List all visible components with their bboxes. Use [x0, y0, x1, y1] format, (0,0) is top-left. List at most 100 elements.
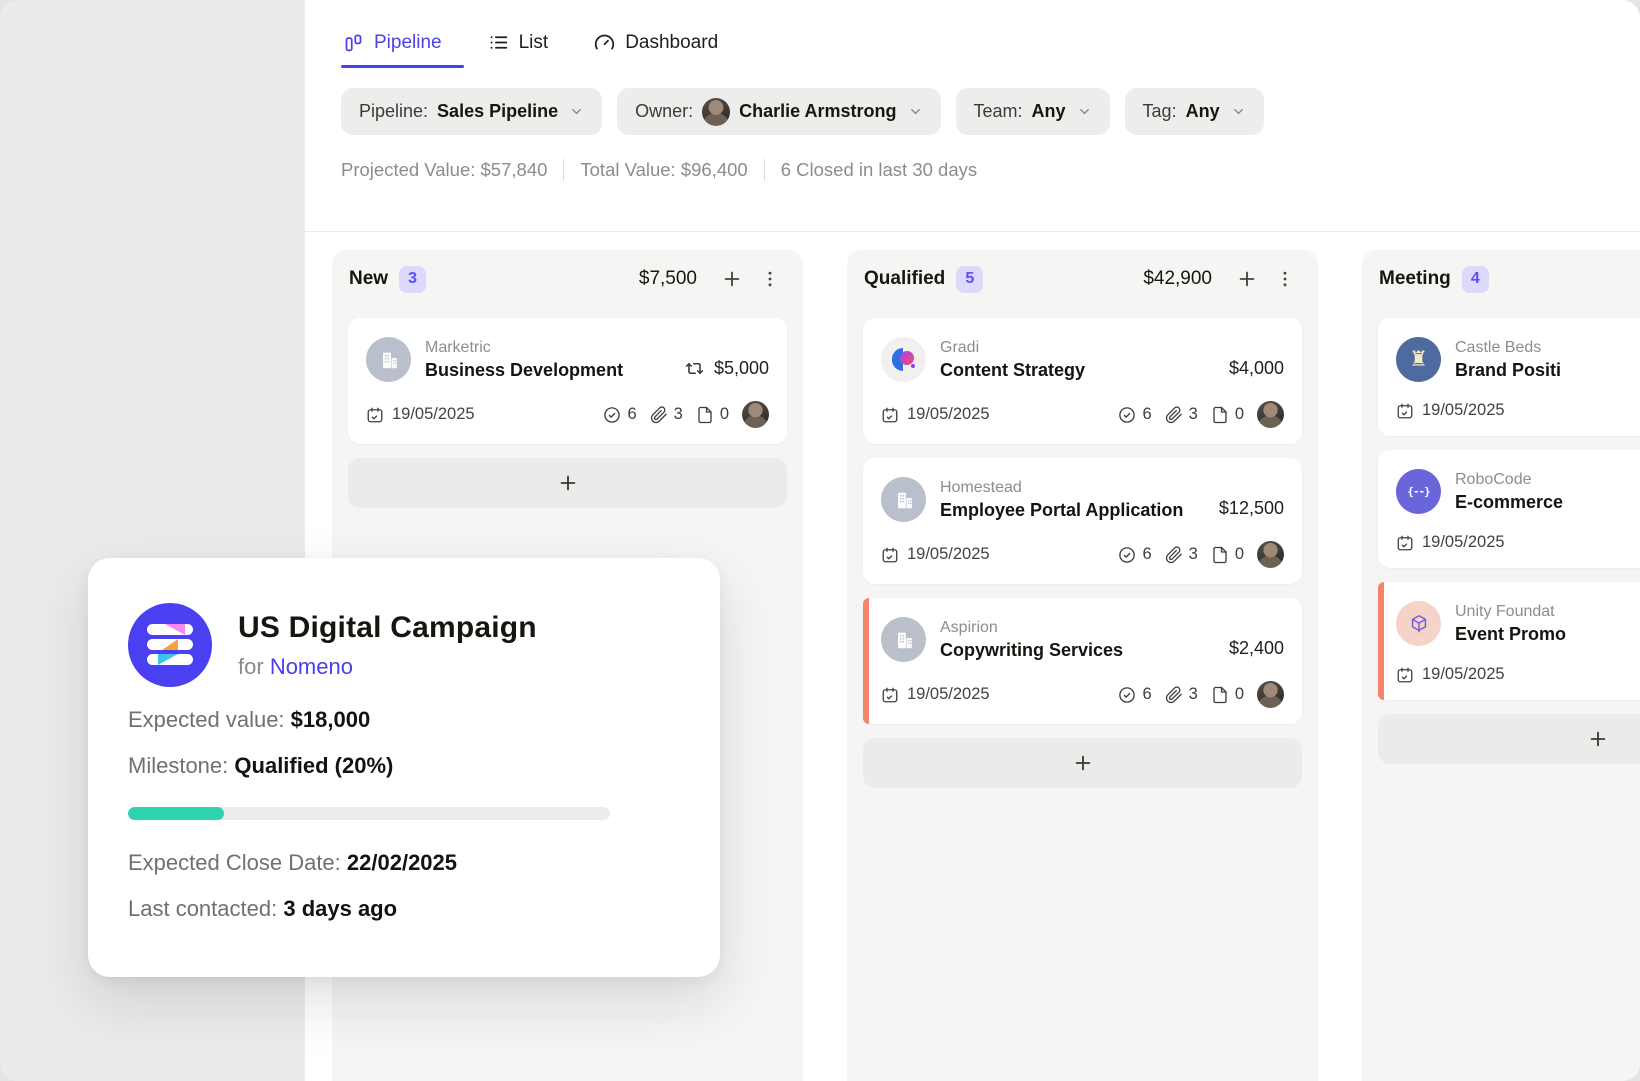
card-notes-count: 0: [720, 405, 729, 424]
assignee-avatar: [1257, 541, 1284, 568]
add-card-button[interactable]: [348, 458, 787, 508]
tab-list-label: List: [519, 32, 549, 54]
add-card-button[interactable]: [863, 738, 1302, 788]
stat-projected-value: Projected Value: $57,840: [341, 159, 547, 181]
plus-icon: [1587, 728, 1609, 750]
assignee-avatar: [1257, 401, 1284, 428]
deal-title: US Digital Campaign: [238, 611, 537, 645]
company-logo-buildings-icon: [366, 337, 411, 382]
milestone-progress-bar: [128, 807, 610, 820]
card-date: 19/05/2025: [1422, 665, 1505, 684]
app-screen: Pipeline List Dashboard: [0, 0, 1640, 1081]
calendar-icon: [881, 406, 899, 424]
filter-tag-label: Tag:: [1143, 101, 1177, 122]
milestone-row: Milestone: Qualified (20%): [128, 753, 680, 779]
deal-card-castle-beds[interactable]: ♜ Castle Beds Brand Positi 19/05/2025: [1378, 318, 1640, 436]
column-qualified: Qualified 5 $42,900 Gradi Content Strate…: [847, 250, 1318, 1081]
client-link[interactable]: Nomeno: [270, 654, 353, 679]
column-count-badge: 4: [1462, 266, 1489, 293]
close-date-value: 22/02/2025: [347, 850, 457, 875]
file-icon: [696, 406, 714, 424]
filter-pipeline-label: Pipeline:: [359, 101, 428, 122]
stat-closed-count: 6 Closed in last 30 days: [781, 159, 977, 181]
column-meeting-header: Meeting 4: [1362, 250, 1640, 308]
check-circle-icon: [1118, 686, 1136, 704]
deal-card-gradi[interactable]: Gradi Content Strategy $4,000 19/05/2025…: [863, 318, 1302, 444]
deal-card-robocode[interactable]: {--} RoboCode E-commerce 19/05/2025: [1378, 450, 1640, 568]
company-logo-cube-icon: [1396, 601, 1441, 646]
deal-detail-card[interactable]: US Digital Campaign for Nomeno Expected …: [88, 558, 720, 977]
card-attachments-count: 3: [1189, 545, 1198, 564]
tab-dashboard[interactable]: Dashboard: [594, 19, 718, 67]
filter-pipeline[interactable]: Pipeline: Sales Pipeline: [341, 88, 602, 135]
calendar-icon: [881, 686, 899, 704]
kebab-menu-icon[interactable]: [757, 266, 783, 292]
card-date: 19/05/2025: [907, 685, 990, 704]
filter-owner[interactable]: Owner: Charlie Armstrong: [617, 88, 940, 135]
expected-value-label: Expected value:: [128, 707, 285, 732]
filter-owner-value: Charlie Armstrong: [739, 101, 896, 122]
filter-team[interactable]: Team: Any: [956, 88, 1110, 135]
card-tasks-count: 6: [1142, 545, 1151, 564]
assignee-avatar: [742, 401, 769, 428]
milestone-progress-fill: [128, 807, 224, 820]
deal-card-homestead[interactable]: Homestead Employee Portal Application $1…: [863, 458, 1302, 584]
filter-tag-value: Any: [1186, 101, 1220, 122]
deal-client-line: for Nomeno: [238, 654, 537, 680]
card-title: E-commerce: [1455, 492, 1640, 513]
kanban-icon: [343, 32, 364, 53]
column-name: New: [349, 268, 388, 290]
close-date-label: Expected Close Date:: [128, 850, 341, 875]
kebab-menu-icon[interactable]: [1272, 266, 1298, 292]
company-logo-buildings-icon: [881, 477, 926, 522]
column-name: Qualified: [864, 268, 945, 290]
close-date-row: Expected Close Date: 22/02/2025: [128, 850, 680, 876]
card-company: RoboCode: [1455, 471, 1532, 488]
last-contacted-value: 3 days ago: [283, 896, 397, 921]
calendar-icon: [881, 546, 899, 564]
card-company: Gradi: [940, 339, 979, 356]
column-new-header: New 3 $7,500: [332, 250, 803, 308]
tab-dashboard-label: Dashboard: [625, 32, 718, 54]
file-icon: [1211, 406, 1229, 424]
card-title: Event Promo: [1455, 624, 1640, 645]
deal-card-marketric[interactable]: Marketric Business Development $5,000 19…: [348, 318, 787, 444]
gauge-icon: [594, 32, 615, 53]
add-deal-button[interactable]: [1234, 266, 1260, 292]
file-icon: [1211, 686, 1229, 704]
tab-list[interactable]: List: [488, 19, 549, 67]
column-name: Meeting: [1379, 268, 1451, 290]
card-company: Homestead: [940, 479, 1022, 496]
repeat-icon: [685, 359, 704, 378]
view-tabbar: Pipeline List Dashboard: [305, 0, 1640, 67]
nomeno-logo-icon: [128, 603, 212, 687]
milestone-label: Milestone:: [128, 753, 228, 778]
card-value: $12,500: [1219, 498, 1284, 519]
paperclip-icon: [1165, 686, 1183, 704]
filter-pipeline-value: Sales Pipeline: [437, 101, 558, 122]
add-deal-button[interactable]: [719, 266, 745, 292]
card-date: 19/05/2025: [392, 405, 475, 424]
company-logo-robot-icon: {--}: [1396, 469, 1441, 514]
add-card-button[interactable]: [1378, 714, 1640, 764]
plus-icon: [1072, 752, 1094, 774]
column-total: $42,900: [1143, 268, 1212, 290]
card-tasks-count: 6: [1142, 405, 1151, 424]
column-count-badge: 5: [956, 266, 983, 293]
expected-value: $18,000: [291, 707, 371, 732]
card-title: Copywriting Services: [940, 640, 1215, 661]
deal-card-unity[interactable]: Unity Foundat Event Promo 19/05/2025: [1378, 582, 1640, 700]
company-logo-buildings-icon: [881, 617, 926, 662]
deal-card-aspirion[interactable]: Aspirion Copywriting Services $2,400 19/…: [863, 598, 1302, 724]
tab-pipeline[interactable]: Pipeline: [343, 19, 442, 67]
milestone-value: Qualified (20%): [234, 753, 393, 778]
card-value: $5,000: [714, 358, 769, 379]
last-contacted-label: Last contacted:: [128, 896, 277, 921]
filter-team-value: Any: [1032, 101, 1066, 122]
chevron-down-icon: [1077, 104, 1092, 119]
calendar-icon: [1396, 666, 1414, 684]
paperclip-icon: [1165, 546, 1183, 564]
filter-team-label: Team:: [974, 101, 1023, 122]
card-date: 19/05/2025: [1422, 401, 1505, 420]
filter-tag[interactable]: Tag: Any: [1125, 88, 1264, 135]
